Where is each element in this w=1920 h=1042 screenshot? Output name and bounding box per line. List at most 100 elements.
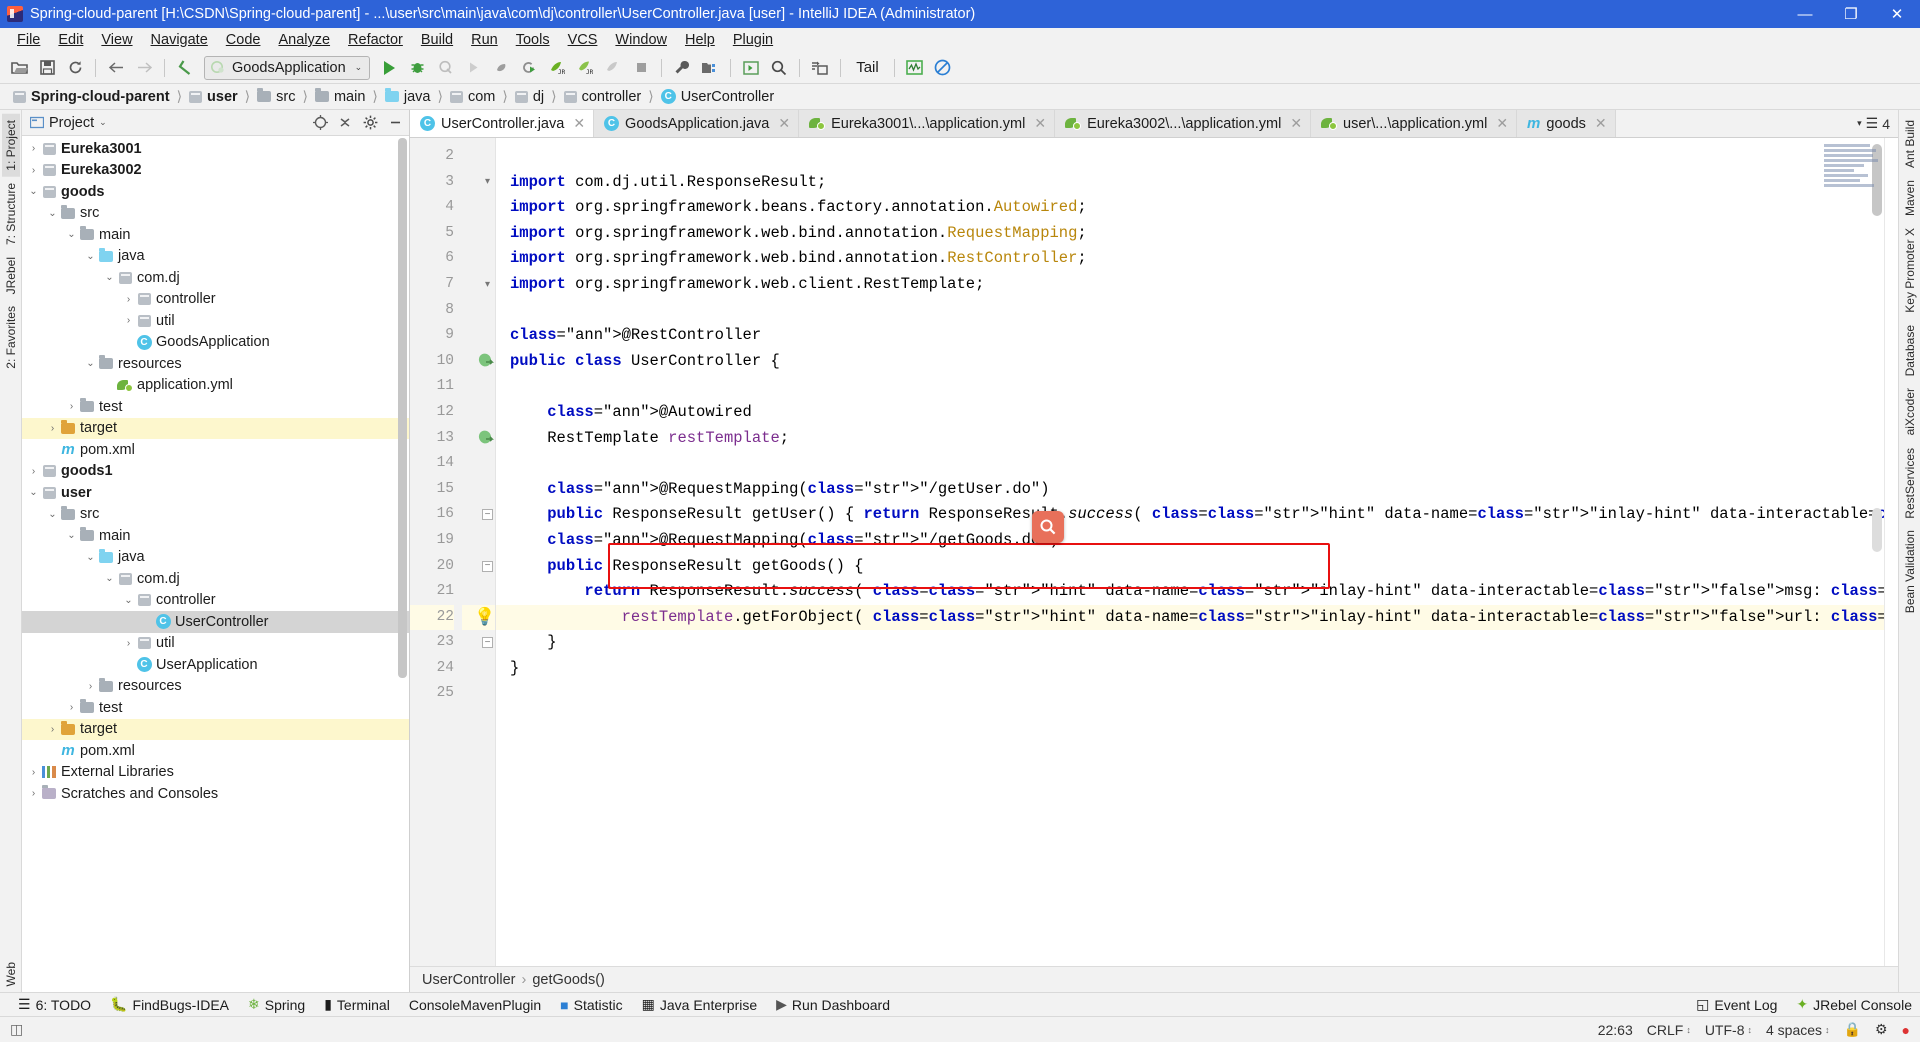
code-line[interactable]: import com.dj.util.ResponseResult; — [496, 170, 1884, 196]
tree-expander-icon[interactable]: › — [45, 423, 60, 434]
minimize-button[interactable]: — — [1782, 0, 1828, 28]
menu-run[interactable]: Run — [462, 30, 507, 50]
tree-expander-icon[interactable]: ⌄ — [83, 358, 98, 369]
tree-item[interactable]: › goods1 — [22, 461, 409, 483]
breadcrumb-spring-cloud-parent[interactable]: Spring-cloud-parent — [10, 88, 173, 106]
tree-item[interactable]: ⌄ com.dj — [22, 568, 409, 590]
breadcrumb-com[interactable]: com — [447, 88, 498, 106]
close-icon[interactable]: ✕ — [1496, 115, 1508, 132]
tree-item[interactable]: ⌄ user — [22, 482, 409, 504]
tree-item[interactable]: ⌄ src — [22, 504, 409, 526]
menu-code[interactable]: Code — [217, 30, 270, 50]
sidebar-item-project[interactable]: 1: Project — [1, 114, 20, 177]
tree-expander-icon[interactable]: › — [26, 143, 41, 154]
build-icon[interactable] — [488, 55, 514, 81]
tree-item[interactable]: › controller — [22, 289, 409, 311]
gutter-row[interactable] — [462, 221, 495, 247]
read-only-lock-icon[interactable]: 🔒 — [1844, 1021, 1861, 1038]
menu-plugin[interactable]: Plugin — [724, 30, 782, 50]
tab-eureka3001-application-yml[interactable]: Eureka3001\...\application.yml ✕ — [799, 110, 1056, 137]
gutter-row[interactable] — [462, 477, 495, 503]
stop-icon[interactable] — [628, 55, 654, 81]
tab-usercontroller-java[interactable]: C UserController.java ✕ — [410, 110, 595, 137]
tree-expander-icon[interactable]: › — [121, 638, 136, 649]
tree-item[interactable]: C GoodsApplication — [22, 332, 409, 354]
code-editor[interactable]: 2 3 4 5 6 7 8 9 10 11 12 13 14 15 16 19 20 21 22 23 24 25 ▾ ▾ −… — [410, 138, 1898, 966]
tree-item[interactable]: › test — [22, 396, 409, 418]
fold-collapse-handle[interactable]: − — [482, 509, 493, 521]
run-configuration-selector[interactable]: GoodsApplication ⌄ — [204, 55, 371, 80]
code-line[interactable] — [496, 144, 1884, 170]
tree-item[interactable]: ⌄ src — [22, 203, 409, 225]
code-line[interactable]: import org.springframework.web.bind.anno… — [496, 246, 1884, 272]
tab-goodsapplication-java[interactable]: C GoodsApplication.java ✕ — [594, 110, 800, 137]
menu-window[interactable]: Window — [606, 30, 676, 50]
tree-item[interactable]: › util — [22, 633, 409, 655]
gutter-row[interactable] — [462, 681, 495, 707]
tree-item[interactable]: › External Libraries — [22, 762, 409, 784]
gutter-row[interactable] — [462, 451, 495, 477]
search-everywhere-icon[interactable] — [766, 55, 792, 81]
tree-expander-icon[interactable]: ⌄ — [121, 595, 136, 606]
tree-expander-icon[interactable]: › — [26, 788, 41, 799]
toolwindow-findbugs-idea[interactable]: 🐛 FindBugs-IDEA — [102, 994, 237, 1015]
toolwindow-event-log[interactable]: ◱ Event Log — [1688, 994, 1785, 1015]
tab-eureka3002-application-yml[interactable]: Eureka3002\...\application.yml ✕ — [1055, 110, 1312, 137]
tree-item[interactable]: ⌄ main — [22, 224, 409, 246]
code-line[interactable]: return ResponseResult.success( class=cla… — [496, 579, 1884, 605]
breadcrumb-user[interactable]: user — [186, 88, 241, 106]
error-stripe-gutter[interactable] — [1872, 138, 1898, 966]
jrebel-debug-icon[interactable]: JR — [572, 55, 598, 81]
gutter-row[interactable] — [462, 323, 495, 349]
tree-expander-icon[interactable]: › — [26, 466, 41, 477]
tree-expander-icon[interactable]: ⌄ — [102, 573, 117, 584]
locate-target-icon[interactable] — [310, 113, 330, 133]
toolwindow-consolemavenplugin[interactable]: ConsoleMavenPlugin — [401, 995, 549, 1015]
toolwindow-run-dashboard[interactable]: ▶ Run Dashboard — [768, 994, 898, 1015]
menu-navigate[interactable]: Navigate — [142, 30, 217, 50]
spring-bean-gutter-icon[interactable] — [478, 353, 495, 370]
sidebar-item-structure[interactable]: 7: Structure — [2, 177, 20, 251]
tree-item[interactable]: ⌄ resources — [22, 353, 409, 375]
tabs-overflow[interactable]: ▾ ☰ 4 — [1849, 110, 1898, 137]
hide-panel-icon[interactable] — [385, 113, 405, 133]
tree-item[interactable]: › Scratches and Consoles — [22, 783, 409, 805]
tab-user-application-yml[interactable]: user\...\application.yml ✕ — [1311, 110, 1518, 137]
menu-build[interactable]: Build — [412, 30, 462, 50]
tree-item[interactable]: ⌄ java — [22, 246, 409, 268]
maximize-button[interactable]: ❐ — [1828, 0, 1874, 28]
menu-tools[interactable]: Tools — [507, 30, 559, 50]
sync-icon[interactable] — [62, 55, 88, 81]
breadcrumb-usercontroller[interactable]: C UserController — [658, 88, 777, 106]
run-with-coverage-icon[interactable] — [432, 55, 458, 81]
gutter-row[interactable] — [462, 144, 495, 170]
rerun-icon[interactable] — [516, 55, 542, 81]
code-line[interactable]: class="ann">@RequestMapping(class="str">… — [496, 528, 1884, 554]
sidebar-item-maven[interactable]: Maven — [1901, 174, 1919, 222]
hide-tool-windows-icon[interactable]: ◫ — [10, 1021, 23, 1038]
sidebar-item-bean-validation[interactable]: Bean Validation — [1901, 524, 1919, 619]
menu-analyze[interactable]: Analyze — [269, 30, 339, 50]
breadcrumb-main[interactable]: main — [312, 88, 368, 106]
code-line[interactable]: } — [496, 656, 1884, 682]
tab-goods[interactable]: m goods ✕ — [1517, 110, 1616, 137]
code-line[interactable]: class="ann">@Autowired — [496, 400, 1884, 426]
editor-breadcrumb-class[interactable]: UserController — [422, 972, 515, 988]
tree-expander-icon[interactable]: › — [121, 315, 136, 326]
tail-button[interactable]: Tail — [848, 59, 887, 76]
gutter-row[interactable] — [462, 528, 495, 554]
tree-expander-icon[interactable]: › — [26, 165, 41, 176]
code-text[interactable]: import com.dj.util.ResponseResult; import… — [496, 138, 1884, 966]
project-tree[interactable]: › Eureka3001 › Eureka3002 ⌄ goods ⌄ src ⌄ main ⌄ ja… — [22, 136, 409, 992]
code-line[interactable]: restTemplate.getForObject( class=class="… — [496, 604, 1884, 631]
close-icon[interactable]: ✕ — [1595, 115, 1607, 132]
menu-file[interactable]: File — [8, 30, 49, 50]
tree-scrollbar-thumb[interactable] — [398, 138, 407, 678]
code-line[interactable]: class="ann">@RequestMapping(class="str">… — [496, 477, 1884, 503]
tree-expander-icon[interactable]: › — [121, 294, 136, 305]
breadcrumb-java[interactable]: java — [382, 88, 434, 106]
sidebar-item-key-promoter-x[interactable]: Key Promoter X — [1901, 222, 1919, 319]
code-line[interactable]: import org.springframework.web.client.Re… — [496, 272, 1884, 298]
code-line[interactable] — [496, 451, 1884, 477]
fold-collapse-handle[interactable]: − — [482, 560, 493, 572]
